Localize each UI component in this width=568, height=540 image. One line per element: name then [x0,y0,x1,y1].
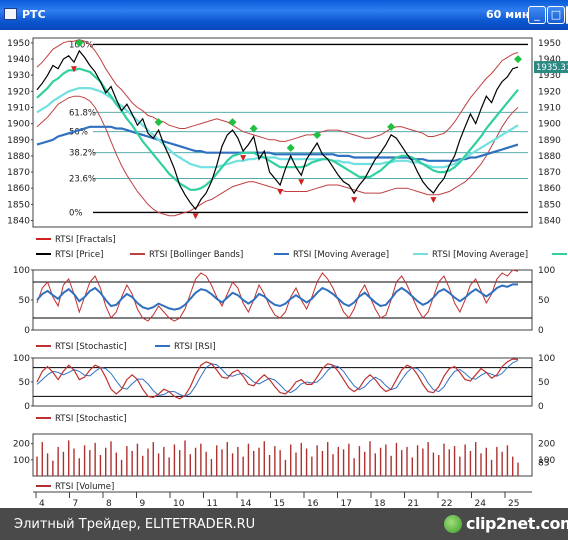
legend-entry: RTSI [Stochastic] [55,342,127,352]
legend-entry: RTSI [Volume] [55,482,114,492]
chart-app-icon [4,8,17,20]
price-axis-tick-left: 1930 [7,71,30,81]
price-axis-tick-left: 1940 [7,55,30,65]
volume-axis-tick-right: 200 [538,440,555,450]
trading-window: РТС 60 минут _ □ 1840 1840 1850 1850 1860 186… [0,0,568,540]
x-axis-label: 17 [341,499,352,508]
x-axis-label: 24 [475,499,487,508]
chart-background [0,30,568,508]
stoch-rsi-axis-tick-left: 0 [24,326,30,336]
stoch-rsi-axis-tick-right: 0 [538,326,544,336]
clip2net-logo-icon [444,515,462,533]
stochastic-axis-tick-right: 100 [538,354,555,364]
price-axis-tick-right: 1870 [538,168,561,178]
price-axis-tick-left: 1910 [7,103,30,113]
x-axis-label: 22 [441,499,452,508]
price-axis-tick-left: 1890 [7,136,30,146]
price-axis-tick-right: 1920 [538,87,561,97]
x-axis-label: 15 [274,499,285,508]
footer-caption: Элитный Трейдер, ELITETRADER.RU [14,517,256,532]
last-price-label: 1935.31 [536,63,568,73]
price-axis-tick-left: 1840 [7,217,30,227]
fib-level-label: 0% [69,208,83,218]
stochastic-axis-tick-right: 0 [538,402,544,412]
x-axis-label: 11 [207,499,218,508]
legend-entry: RTSI [Fractals] [55,235,116,245]
legend-entry: RTSI [RSI] [174,342,216,352]
stochastic-axis-tick-left: 0 [24,402,30,412]
price-axis-tick-right: 1880 [538,152,561,162]
chart-area: 1840 18401850 18501860 18601870 18701880 1880… [0,30,568,508]
price-axis-tick-left: 1950 [7,39,30,49]
stoch-rsi-axis-tick-left: 50 [19,296,31,306]
x-axis-label: 9 [140,499,146,508]
window-title: РТС [22,8,46,21]
fib-level-label: 61.8% [69,108,96,118]
stochastic-axis-tick-left: 50 [19,378,31,388]
legend-entry: RTSI [Bollinger Bands] [149,250,243,260]
stoch-rsi-axis-tick-left: 100 [13,266,30,276]
footer-bar: Элитный Трейдер, ELITETRADER.RU clip2net… [0,508,568,540]
price-axis-tick-right: 1890 [538,136,561,146]
x-axis-label: 21 [408,499,419,508]
legend-entry: RTSI [Stochastic] [55,414,127,424]
volume-axis-tick-left: 200 [13,440,30,450]
x-axis-label: 8 [106,499,112,508]
minimize-button[interactable]: _ [528,6,546,24]
stochastic-axis-tick-left: 100 [13,354,30,364]
x-axis-label: 18 [374,499,386,508]
stochastic-axis-tick-right: 50 [538,378,550,388]
price-axis-tick-right: 1900 [538,120,561,130]
price-axis-tick-right: 1950 [538,39,561,49]
legend-entry: RTSI [Moving Average] [432,250,528,260]
price-axis-tick-left: 1880 [7,152,30,162]
price-axis-tick-right: 1850 [538,200,561,210]
price-axis-tick-left: 1860 [7,184,30,194]
x-axis-label: 14 [240,499,252,508]
fib-level-label: 23.6% [69,175,96,185]
volume-last-label: 83 [538,459,549,469]
price-axis-tick-right: 1910 [538,103,561,113]
title-bar[interactable]: РТС 60 минут _ □ [0,0,568,30]
price-axis-tick-left: 1920 [7,87,30,97]
x-axis-label: 25 [508,499,519,508]
price-axis-tick-left: 1850 [7,200,30,210]
legend-entry: RTSI [Moving Average] [293,250,389,260]
price-axis-tick-left: 1870 [7,168,30,178]
stoch-rsi-axis-tick-right: 50 [538,296,550,306]
price-axis-tick-right: 1860 [538,184,561,194]
legend-entry: RTSI [Price] [55,250,103,260]
stoch-rsi-axis-tick-right: 100 [538,266,555,276]
price-axis-tick-left: 1900 [7,120,30,130]
volume-axis-tick-left: 100 [13,456,30,466]
x-axis-label: 4 [39,499,45,508]
maximize-button[interactable]: □ [547,6,565,24]
price-axis-tick-right: 1840 [538,217,561,227]
x-axis-label: 7 [73,499,79,508]
fib-level-label: 38.2% [69,149,96,159]
x-axis-label: 16 [307,499,319,508]
x-axis-label: 10 [173,499,185,508]
clip2net-logo-text: clip2net.com [466,514,568,533]
